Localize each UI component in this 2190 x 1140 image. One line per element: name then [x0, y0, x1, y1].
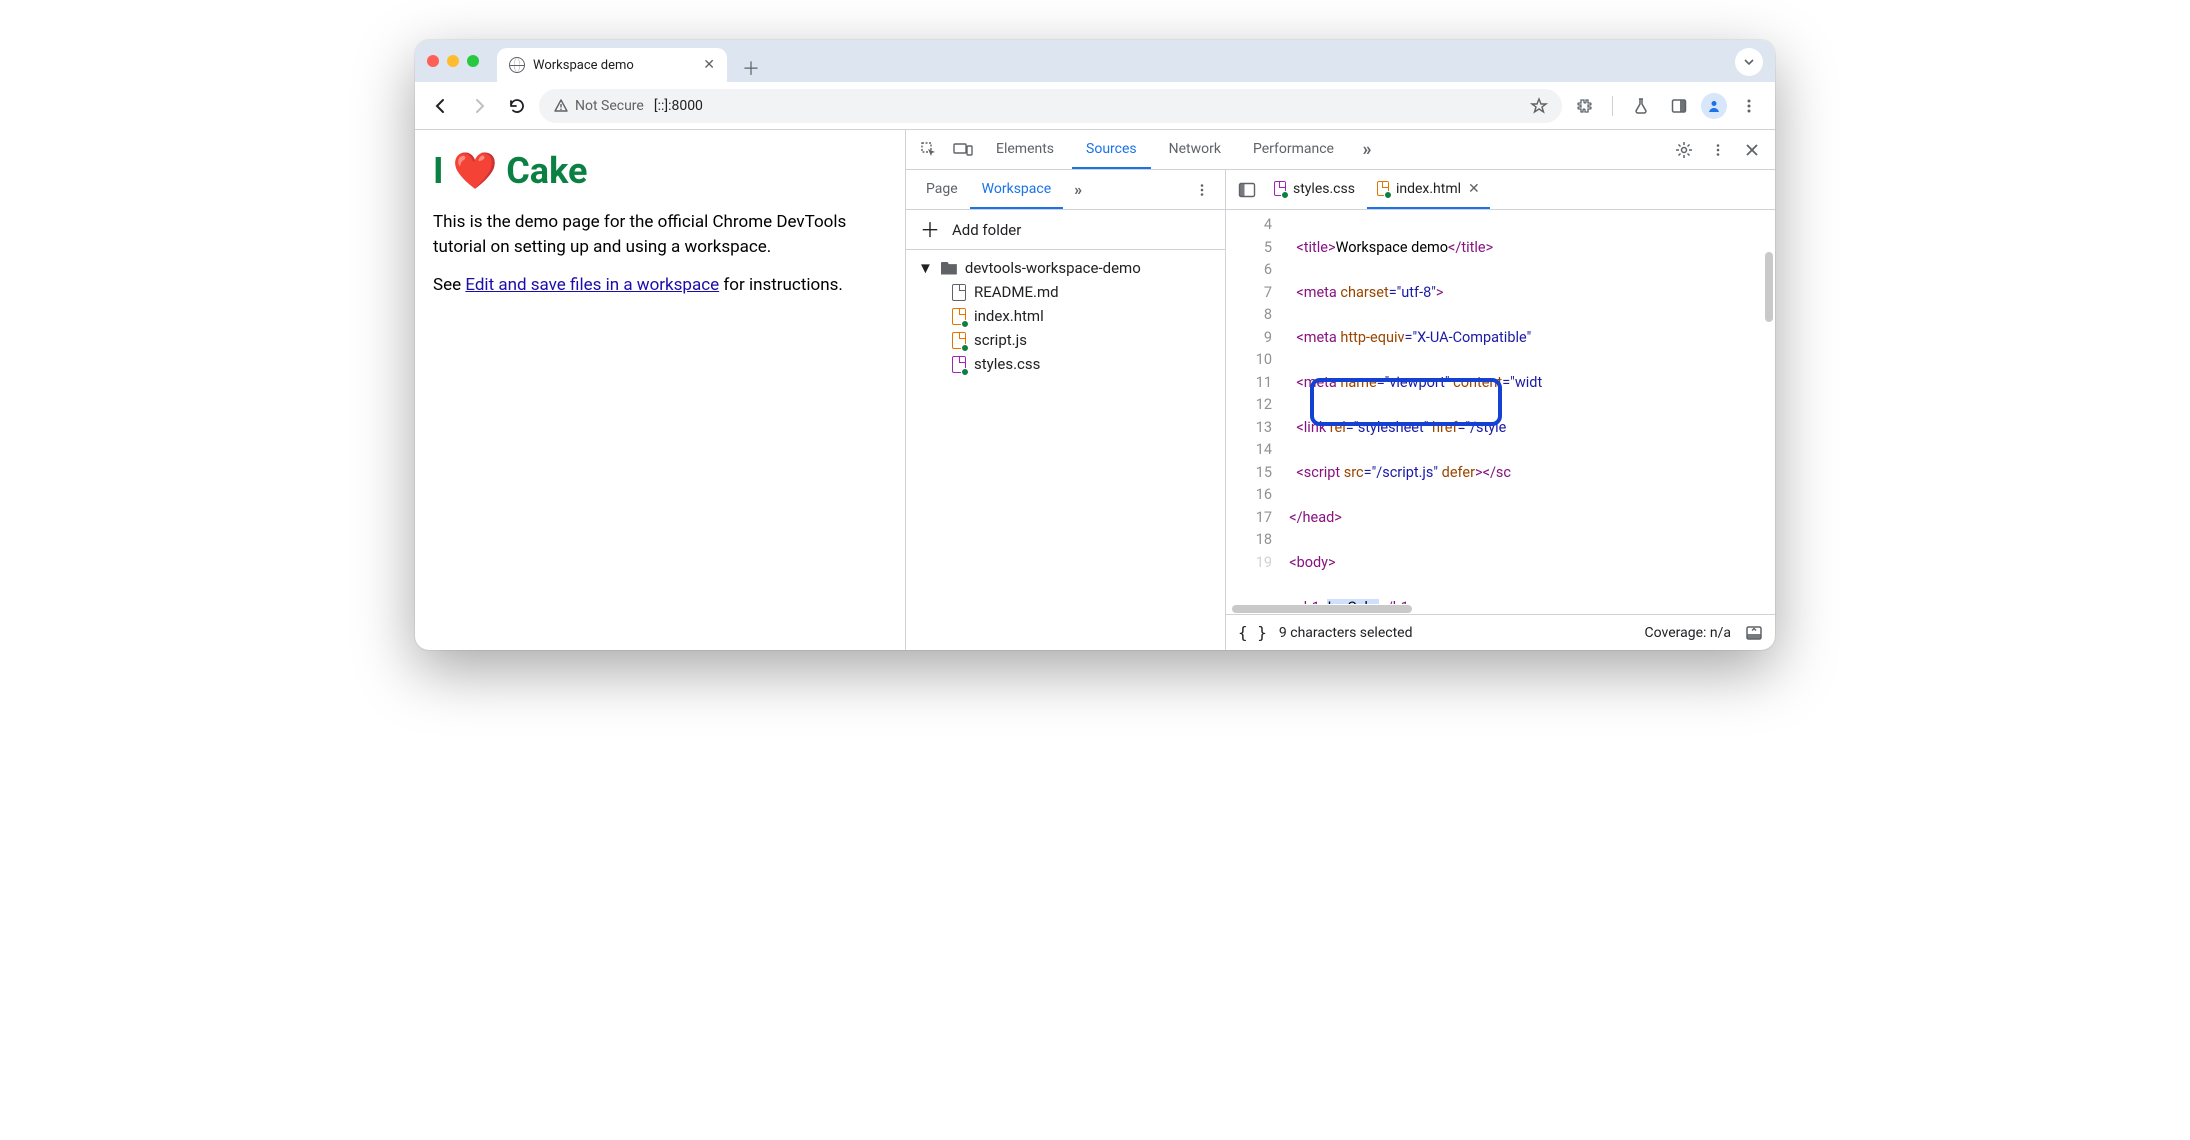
- maximize-window-icon[interactable]: [467, 55, 479, 67]
- close-devtools-icon[interactable]: [1737, 135, 1767, 165]
- add-folder-button[interactable]: ＋ Add folder: [906, 210, 1225, 250]
- modified-dot-icon: [961, 368, 969, 376]
- plus-icon: ＋: [920, 220, 940, 240]
- disclosure-triangle-icon: ▼: [918, 259, 933, 277]
- page-paragraph-1: This is the demo page for the official C…: [433, 210, 887, 259]
- bookmark-icon[interactable]: [1530, 97, 1548, 115]
- toggle-navigator-icon[interactable]: [1232, 175, 1262, 205]
- close-tab-icon[interactable]: ✕: [703, 57, 715, 73]
- tabs-dropdown-button[interactable]: [1735, 48, 1763, 76]
- address-bar[interactable]: Not Secure [::]:8000: [539, 89, 1562, 123]
- nav-tab-workspace[interactable]: Workspace: [970, 170, 1064, 209]
- tab-title: Workspace demo: [533, 58, 634, 73]
- add-folder-label: Add folder: [952, 221, 1021, 239]
- security-chip[interactable]: Not Secure: [553, 98, 644, 114]
- tree-file-script[interactable]: script.js: [906, 328, 1225, 352]
- file-label: script.js: [974, 331, 1027, 349]
- line-gutter: 45678910111213141516171819: [1226, 210, 1282, 604]
- inspect-icon[interactable]: [914, 135, 944, 165]
- devtools-menu-icon[interactable]: [1703, 135, 1733, 165]
- coverage-status: Coverage: n/a: [1645, 625, 1731, 641]
- nav-more-tabs-icon[interactable]: »: [1063, 175, 1093, 205]
- security-label: Not Secure: [575, 98, 644, 114]
- editor-statusbar: { } 9 characters selected Coverage: n/a: [1226, 614, 1775, 650]
- navigator-tabs: Page Workspace »: [906, 170, 1225, 210]
- nav-toolbar: Not Secure [::]:8000: [415, 82, 1775, 130]
- minimize-window-icon[interactable]: [447, 55, 459, 67]
- tab-network[interactable]: Network: [1155, 130, 1235, 169]
- close-editor-tab-icon[interactable]: ✕: [1468, 181, 1480, 197]
- warning-icon: [553, 98, 569, 114]
- editor-tab-label: index.html: [1396, 181, 1461, 197]
- modified-dot-icon: [961, 344, 969, 352]
- folder-icon: [941, 262, 957, 275]
- tree-folder[interactable]: ▼ devtools-workspace-demo: [906, 256, 1225, 280]
- side-panel-icon[interactable]: [1663, 90, 1695, 122]
- editor-tab-label: styles.css: [1293, 181, 1355, 197]
- more-tabs-icon[interactable]: »: [1352, 135, 1382, 165]
- device-toggle-icon[interactable]: [948, 135, 978, 165]
- file-tree: ▼ devtools-workspace-demo README.md inde…: [906, 250, 1225, 382]
- tree-file-readme[interactable]: README.md: [906, 280, 1225, 304]
- tree-file-index[interactable]: index.html: [906, 304, 1225, 328]
- forward-button[interactable]: [463, 90, 495, 122]
- content-area: I ❤️ Cake This is the demo page for the …: [415, 130, 1775, 650]
- page-heading: I ❤️ Cake: [433, 150, 887, 192]
- tab-elements[interactable]: Elements: [982, 130, 1068, 169]
- code-area[interactable]: 45678910111213141516171819 <title>Worksp…: [1226, 210, 1775, 604]
- tab-sources[interactable]: Sources: [1072, 130, 1151, 169]
- chrome-menu-icon[interactable]: [1733, 90, 1765, 122]
- window-controls: [427, 40, 497, 82]
- horizontal-scrollbar[interactable]: [1226, 604, 1775, 614]
- page-paragraph-2: See Edit and save files in a workspace f…: [433, 273, 887, 298]
- tab-performance[interactable]: Performance: [1239, 130, 1348, 169]
- reload-button[interactable]: [501, 90, 533, 122]
- modified-dot-icon: [1384, 191, 1392, 199]
- settings-icon[interactable]: [1669, 135, 1699, 165]
- browser-tab[interactable]: Workspace demo ✕: [497, 48, 727, 82]
- globe-icon: [509, 57, 525, 73]
- editor-tabbar: styles.css index.html ✕: [1226, 170, 1775, 210]
- nav-tab-page[interactable]: Page: [914, 170, 970, 209]
- folder-label: devtools-workspace-demo: [965, 259, 1141, 277]
- selection-status: 9 characters selected: [1279, 625, 1413, 641]
- file-label: styles.css: [974, 355, 1040, 373]
- toolbar-divider: [1612, 96, 1613, 116]
- editor-tab-styles[interactable]: styles.css: [1264, 170, 1365, 209]
- code-editor: styles.css index.html ✕ 4567891011121314…: [1226, 170, 1775, 650]
- sources-navigator: Page Workspace » ＋ Add folder ▼: [906, 170, 1226, 650]
- devtools-panel: Elements Sources Network Performance » P…: [905, 130, 1775, 650]
- workspace-docs-link[interactable]: Edit and save files in a workspace: [465, 275, 719, 295]
- sources-body: Page Workspace » ＋ Add folder ▼: [906, 170, 1775, 650]
- rendered-page: I ❤️ Cake This is the demo page for the …: [415, 130, 905, 650]
- browser-window: Workspace demo ✕ ＋ Not Secure [::]:8000: [415, 40, 1775, 650]
- back-button[interactable]: [425, 90, 457, 122]
- modified-dot-icon: [1281, 191, 1289, 199]
- url-text: [::]:8000: [654, 98, 703, 114]
- editor-tab-index[interactable]: index.html ✕: [1367, 170, 1490, 209]
- extensions-icon[interactable]: [1568, 90, 1600, 122]
- profile-avatar[interactable]: [1701, 93, 1727, 119]
- tab-strip: Workspace demo ✕ ＋: [415, 40, 1775, 82]
- file-label: index.html: [974, 307, 1044, 325]
- labs-icon[interactable]: [1625, 90, 1657, 122]
- modified-dot-icon: [961, 320, 969, 328]
- new-tab-button[interactable]: ＋: [737, 54, 765, 82]
- tree-file-styles[interactable]: styles.css: [906, 352, 1225, 376]
- file-label: README.md: [974, 283, 1059, 301]
- code-lines[interactable]: <title>Workspace demo</title> <meta char…: [1282, 210, 1775, 604]
- toggle-drawer-icon[interactable]: [1745, 625, 1763, 641]
- devtools-tabbar: Elements Sources Network Performance »: [906, 130, 1775, 170]
- close-window-icon[interactable]: [427, 55, 439, 67]
- nav-menu-icon[interactable]: [1187, 175, 1217, 205]
- pretty-print-icon[interactable]: { }: [1238, 623, 1267, 642]
- file-icon: [952, 284, 966, 301]
